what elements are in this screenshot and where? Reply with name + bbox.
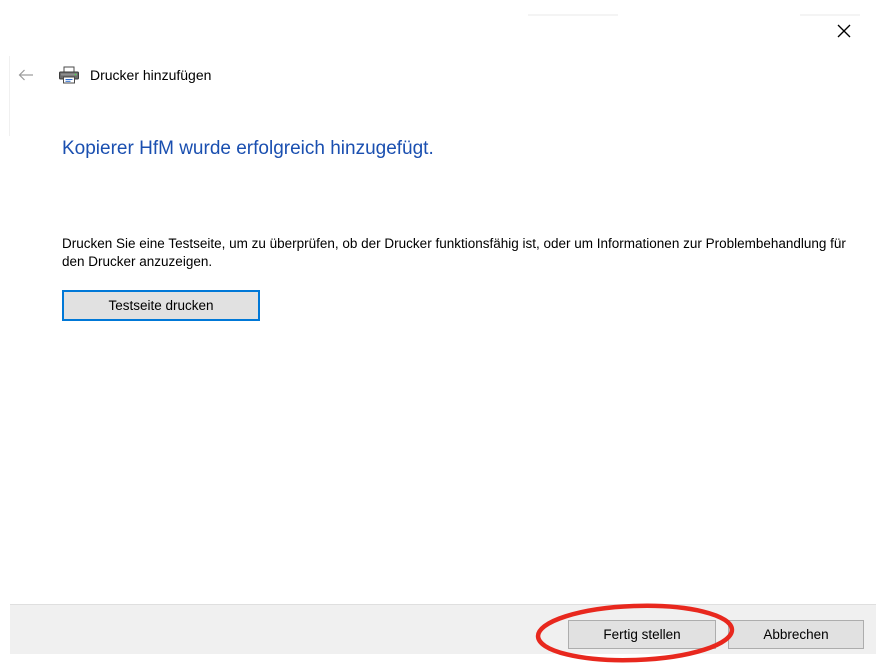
success-headline: Kopierer HfM wurde erfolgreich hinzugefü… xyxy=(62,138,434,159)
arrow-left-icon xyxy=(18,69,33,81)
close-icon xyxy=(837,24,851,38)
printer-icon xyxy=(59,66,79,84)
wizard-title: Drucker hinzufügen xyxy=(90,67,212,83)
close-button[interactable] xyxy=(826,16,862,46)
cancel-button[interactable]: Abbrechen xyxy=(728,620,864,649)
description-text: Drucken Sie eine Testseite, um zu überpr… xyxy=(62,236,846,269)
back-button[interactable] xyxy=(14,65,38,85)
titlebar-shadow xyxy=(528,14,618,16)
finish-button[interactable]: Fertig stellen xyxy=(568,620,716,649)
print-test-page-button[interactable]: Testseite drucken xyxy=(62,290,260,321)
wizard-header: Drucker hinzufügen xyxy=(0,60,600,90)
